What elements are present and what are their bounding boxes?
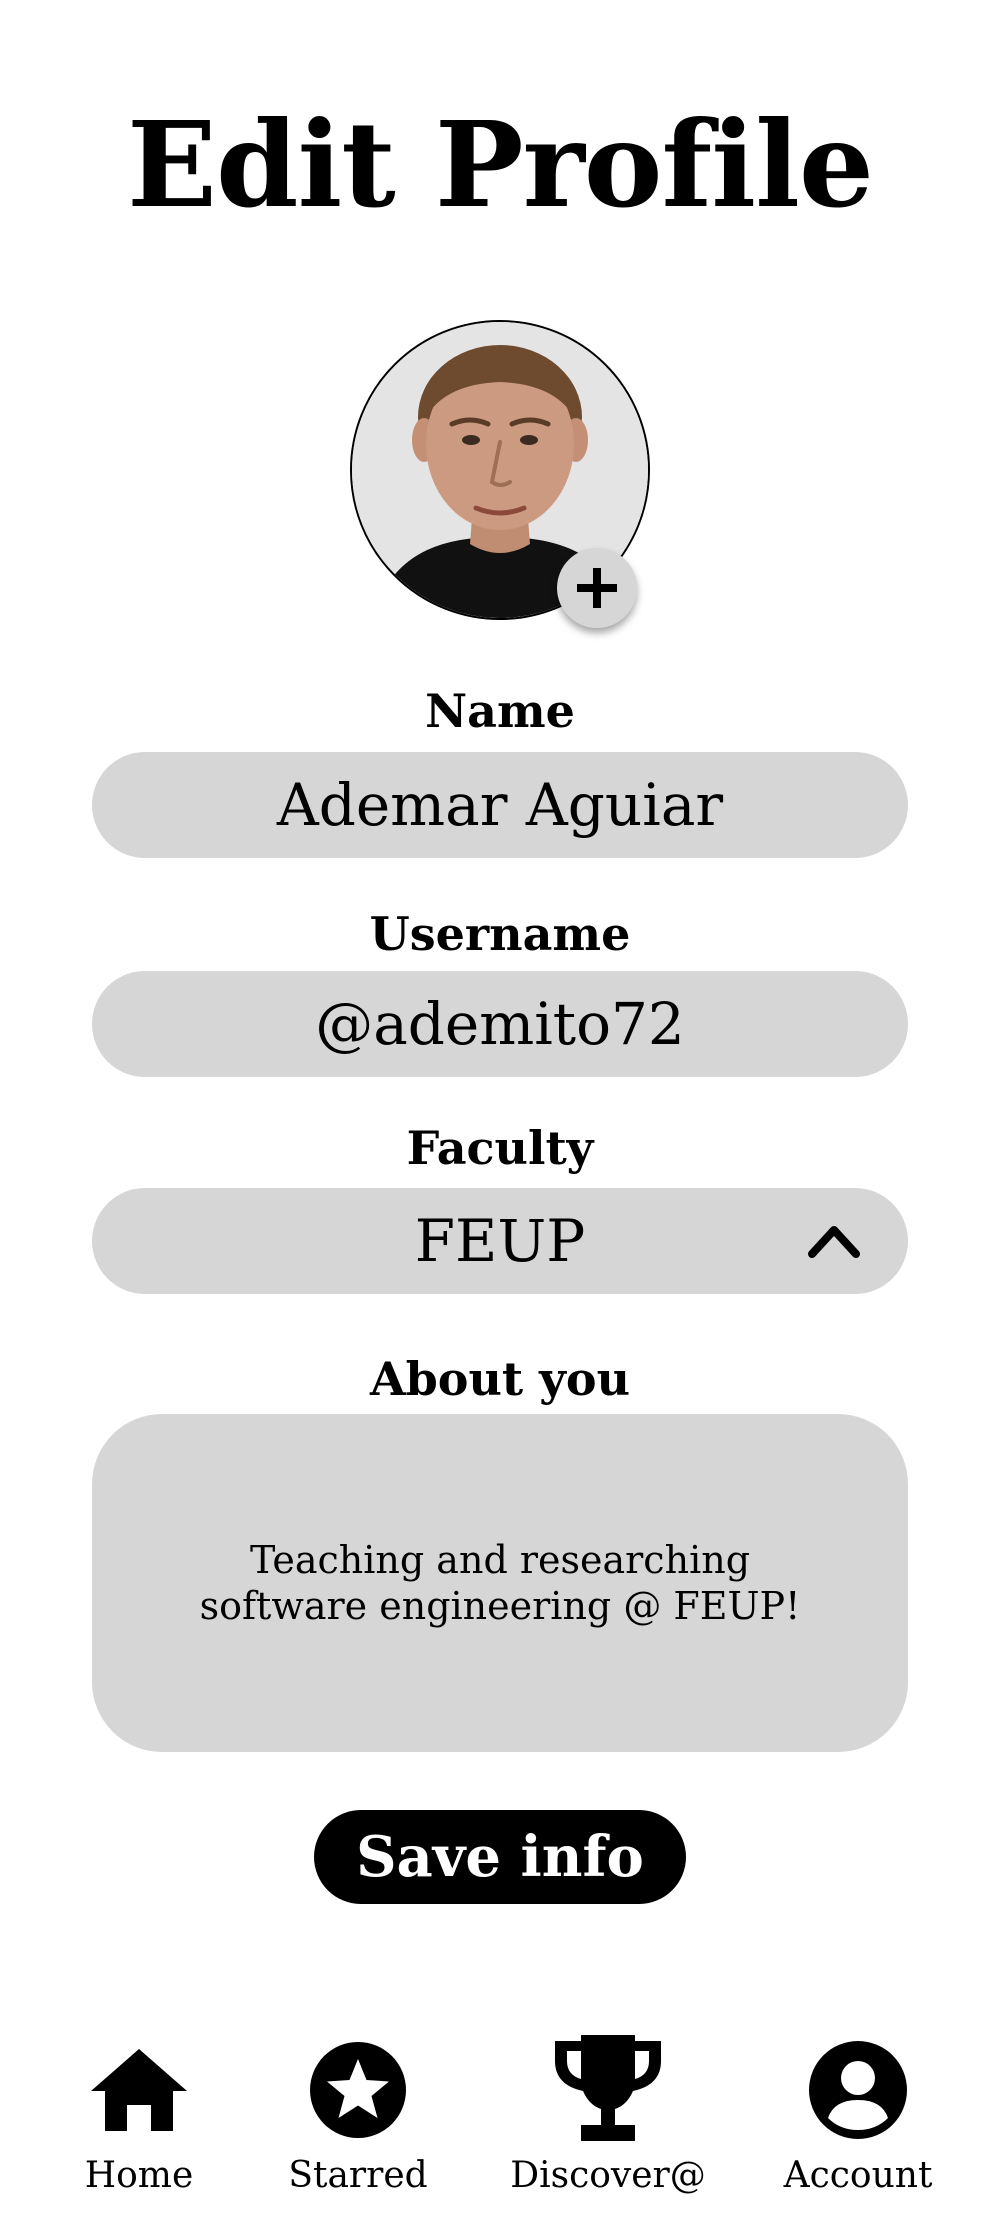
account-icon [809,2041,907,2139]
username-field[interactable]: @ademito72 [92,971,908,1077]
plus-icon [577,568,617,608]
nav-item-starred[interactable]: Starred [248,2030,468,2198]
name-field[interactable]: Ademar Aguiar [92,752,908,858]
avatar-section [350,320,650,628]
nav-item-account[interactable]: Account [748,2030,968,2198]
about-value: Teaching and researching software engine… [199,1538,801,1628]
save-info-button[interactable]: Save info [314,1810,686,1904]
home-icon [91,2049,187,2131]
nav-item-discover[interactable]: Discover@ [498,2030,718,2198]
username-label: Username [369,907,631,961]
faculty-label: Faculty [406,1121,594,1175]
name-value: Ademar Aguiar [276,771,724,839]
name-label: Name [425,684,575,738]
about-textarea[interactable]: Teaching and researching software engine… [92,1414,908,1752]
nav-label-starred: Starred [288,2155,428,2196]
about-label: About you [369,1352,631,1406]
add-photo-button[interactable] [557,548,637,628]
nav-item-home[interactable]: Home [29,2030,249,2198]
faculty-value: FEUP [414,1207,586,1275]
username-value: @ademito72 [315,990,685,1058]
star-icon [310,2042,406,2138]
trophy-icon [555,2035,661,2141]
page-title: Edit Profile [127,95,874,234]
faculty-select[interactable]: FEUP [92,1188,908,1294]
bottom-nav: Home Starred Discover@ Account [0,2030,1000,2223]
nav-label-home: Home [84,2155,194,2196]
chevron-up-icon[interactable] [808,1220,860,1260]
nav-label-discover: Discover@ [510,2155,706,2196]
nav-label-account: Account [783,2155,933,2196]
